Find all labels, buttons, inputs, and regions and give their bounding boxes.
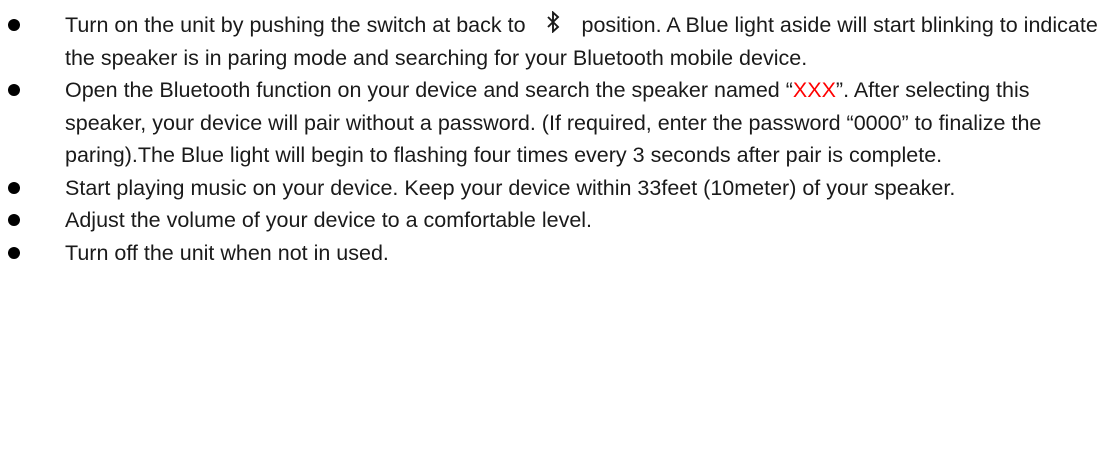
bullet-icon bbox=[8, 181, 20, 194]
item-text: Turn off the unit when not in used. bbox=[65, 240, 389, 265]
bullet-icon bbox=[8, 84, 20, 96]
item-text-before: Open the Bluetooth function on your devi… bbox=[65, 78, 793, 102]
bluetooth-icon bbox=[546, 11, 559, 33]
list-item: Turn off the unit when not in used. bbox=[0, 237, 1115, 270]
instruction-list: Turn on the unit by pushing the switch a… bbox=[0, 0, 1115, 269]
list-item: Turn on the unit by pushing the switch a… bbox=[0, 0, 1115, 74]
list-item: Adjust the volume of your device to a co… bbox=[0, 204, 1115, 237]
speaker-name-placeholder: XXX bbox=[792, 78, 836, 102]
list-item: Start playing music on your device. Keep… bbox=[0, 172, 1115, 205]
bullet-icon bbox=[8, 19, 20, 31]
list-item: Open the Bluetooth function on your devi… bbox=[0, 74, 1115, 172]
item-text: Adjust the volume of your device to a co… bbox=[65, 208, 593, 232]
bullet-icon bbox=[8, 246, 20, 259]
bullet-icon bbox=[8, 214, 20, 226]
item-text-before: Turn on the unit by pushing the switch a… bbox=[65, 13, 532, 37]
item-text: Start playing music on your device. Keep… bbox=[65, 175, 956, 200]
